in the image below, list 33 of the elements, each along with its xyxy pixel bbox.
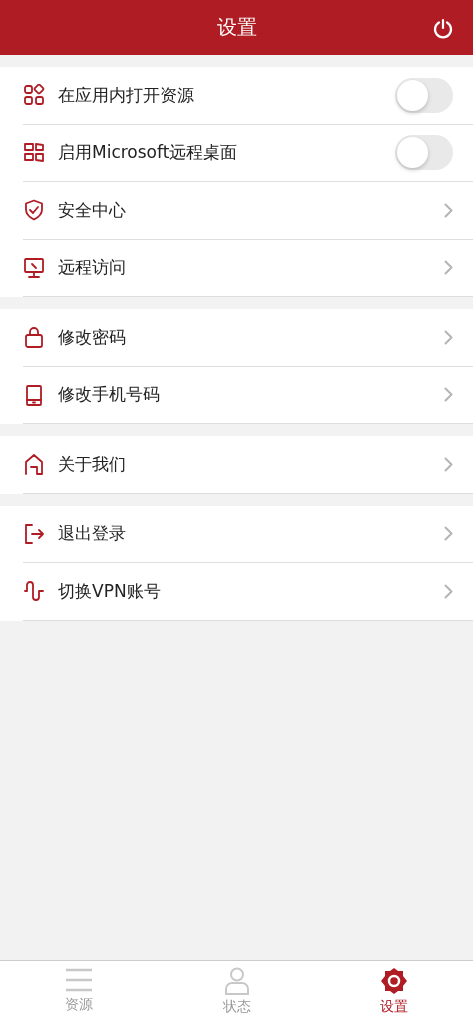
power-icon[interactable]	[432, 18, 454, 40]
chevron-icon	[444, 526, 453, 542]
shield-icon	[23, 199, 45, 222]
apps-icon	[23, 84, 45, 107]
wave-icon	[23, 580, 45, 603]
house-icon	[23, 453, 45, 476]
chevron-icon	[444, 202, 453, 218]
chevron-icon	[444, 387, 453, 403]
setting-label[interactable]: 安全中心	[58, 198, 444, 222]
chevron-icon	[444, 260, 453, 276]
setting-label[interactable]: 修改密码	[58, 325, 444, 349]
page-title: 设置	[216, 14, 257, 41]
windows-icon	[23, 141, 45, 164]
setting-label[interactable]: 修改手机号码	[58, 383, 444, 407]
setting-label[interactable]: 在应用内打开资源	[58, 83, 395, 107]
setting-label[interactable]: 启用Microsoft远程桌面	[58, 141, 395, 165]
person-icon	[223, 967, 250, 995]
chevron-icon	[444, 456, 453, 472]
toggle-switch[interactable]	[395, 135, 453, 171]
setting-label[interactable]: 切换VPN账号	[58, 579, 444, 603]
lock-icon	[23, 326, 45, 349]
tablet-icon	[23, 383, 45, 406]
monitor-icon	[23, 256, 45, 279]
tab[interactable]: 设置	[315, 961, 473, 1024]
setting-label[interactable]: 远程访问	[58, 256, 444, 280]
setting-label[interactable]: 关于我们	[58, 452, 444, 476]
setting-label[interactable]: 退出登录	[58, 522, 444, 546]
gear-icon	[380, 967, 409, 995]
logout-icon	[23, 522, 45, 545]
menu-icon	[64, 967, 93, 993]
toggle-switch[interactable]	[395, 77, 453, 113]
chevron-icon	[444, 329, 453, 345]
chevron-icon	[444, 583, 453, 599]
